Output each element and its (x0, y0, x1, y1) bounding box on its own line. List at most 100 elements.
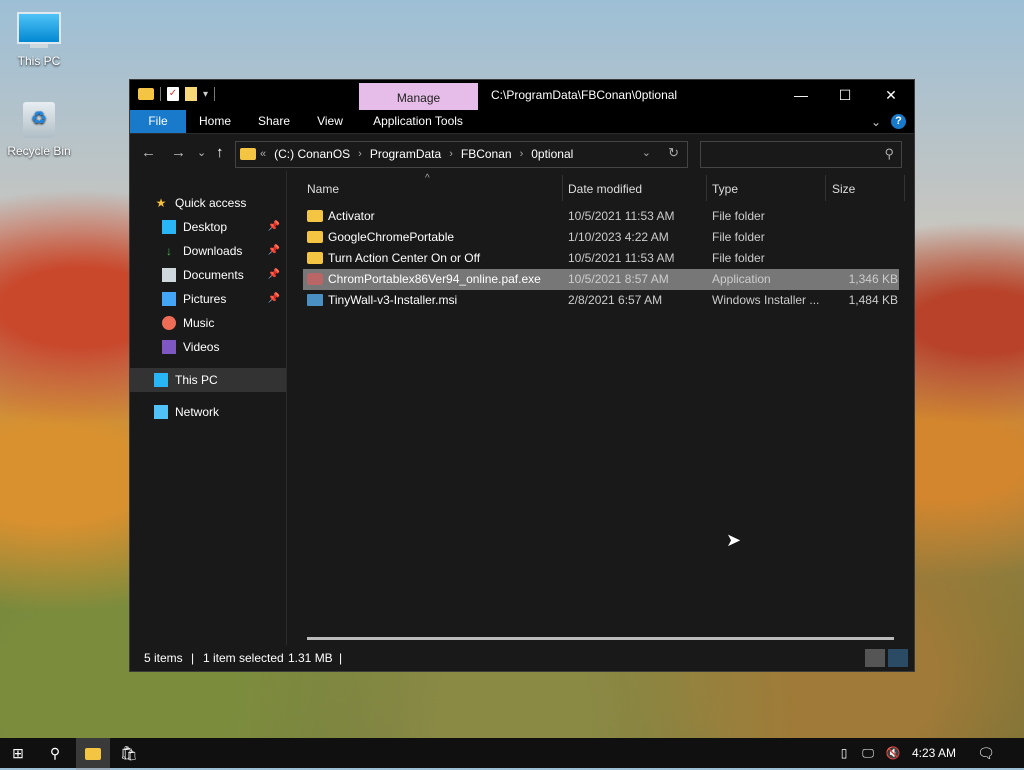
nav-quick-access[interactable]: ★ Quick access (130, 191, 286, 215)
minimize-button[interactable]: — (778, 80, 824, 110)
desktop-icon (162, 220, 176, 234)
search-icon[interactable]: ⚲ (38, 738, 72, 768)
breadcrumb-programdata[interactable]: ProgramData (370, 147, 441, 161)
start-button[interactable]: ⊞ (0, 738, 36, 768)
installer-icon (307, 294, 323, 306)
folder-icon (307, 252, 323, 264)
folder-icon (85, 748, 101, 761)
tab-share[interactable]: Share (253, 110, 295, 133)
nav-documents[interactable]: Documents 📌 (130, 263, 286, 287)
file-explorer-window: ✓ ▾ Manage C:\ProgramData\FBConan\0ption… (130, 80, 914, 671)
folder-icon (138, 88, 154, 100)
network-status-icon[interactable]: 🖵 (858, 738, 878, 768)
breadcrumb-drive[interactable]: (C:) ConanOS (274, 147, 350, 161)
column-name[interactable]: Name (307, 182, 339, 196)
chevron-right-icon[interactable]: › (358, 148, 362, 160)
back-arrow-icon[interactable]: ← (141, 144, 156, 161)
help-icon[interactable]: ? (891, 114, 906, 129)
file-row-chromportable-exe[interactable]: ChromPortablex86Ver94_online.paf.exe 10/… (303, 269, 899, 290)
computer-icon (154, 373, 168, 387)
file-row-tinywall-msi[interactable]: TinyWall-v3-Installer.msi 2/8/2021 6:57 … (303, 290, 899, 311)
up-arrow-icon[interactable]: ↑ (216, 144, 224, 161)
navigation-bar: ← → ⌄ ↑ « (C:) ConanOS › ProgramData › F… (130, 134, 914, 172)
properties-icon[interactable]: ✓ (167, 87, 179, 101)
status-bar: 5 items | 1 item selected 1.31 MB | (130, 645, 914, 671)
status-selection: 1 item selected (203, 651, 284, 665)
forward-arrow-icon[interactable]: → (171, 144, 186, 161)
overflow-icon[interactable]: « (260, 148, 266, 160)
status-item-count: 5 items (144, 651, 183, 665)
chevron-right-icon[interactable]: › (520, 148, 524, 160)
recent-locations-icon[interactable]: ⌄ (197, 146, 206, 159)
navigation-pane[interactable]: ★ Quick access Desktop 📌 ↓ Downloads 📌 D… (130, 171, 287, 645)
nav-desktop[interactable]: Desktop 📌 (130, 215, 286, 239)
recycle-bin-icon (23, 102, 55, 138)
file-row-turn-action-center[interactable]: Turn Action Center On or Off 10/5/2021 1… (303, 248, 899, 269)
pin-icon[interactable]: 📌 (268, 263, 280, 287)
desktop-icon-label: Recycle Bin (7, 144, 71, 158)
application-icon (307, 273, 323, 285)
maximize-button[interactable]: ☐ (822, 80, 868, 110)
network-icon (154, 405, 168, 419)
folder-icon (307, 210, 323, 222)
refresh-icon[interactable]: ↻ (668, 145, 679, 161)
notifications-icon[interactable]: 🗨 (972, 738, 1000, 768)
nav-pictures[interactable]: Pictures 📌 (130, 287, 286, 311)
pin-icon[interactable]: 📌 (268, 239, 280, 263)
ribbon-tabs: File Home Share View Application Tools ⌄… (130, 110, 914, 134)
new-folder-icon[interactable] (185, 87, 197, 101)
mouse-cursor-icon: ➤ (726, 530, 742, 550)
search-input[interactable]: ⚲ (700, 141, 902, 168)
clock[interactable]: 4:23 AM (912, 746, 956, 760)
file-explorer-taskbar-button[interactable] (76, 738, 110, 770)
store-icon[interactable]: 🛍 (112, 738, 146, 768)
pin-icon[interactable]: 📌 (268, 287, 280, 311)
quick-access-toolbar: ✓ ▾ (138, 87, 216, 101)
pin-icon[interactable]: 📌 (268, 215, 280, 239)
nav-videos[interactable]: Videos (130, 335, 286, 359)
details-view-icon[interactable] (865, 649, 885, 667)
close-button[interactable]: ✕ (868, 80, 914, 110)
folder-icon (307, 231, 323, 243)
nav-this-pc[interactable]: This PC (130, 368, 286, 392)
usb-icon[interactable]: ▯ (834, 738, 854, 768)
file-row-googlechromeportable[interactable]: GoogleChromePortable 1/10/2023 4:22 AM F… (303, 227, 899, 248)
column-size[interactable]: Size (832, 182, 855, 196)
horizontal-scrollbar[interactable] (307, 637, 894, 640)
tab-file[interactable]: File (130, 110, 186, 133)
chevron-right-icon[interactable]: › (449, 148, 453, 160)
window-title: C:\ProgramData\FBConan\0ptional (491, 88, 678, 102)
video-icon (162, 340, 176, 354)
column-type[interactable]: Type (712, 182, 738, 196)
document-icon (162, 268, 176, 282)
picture-icon (162, 292, 176, 306)
large-icons-view-icon[interactable] (888, 649, 908, 667)
desktop-icon-recycle-bin[interactable]: Recycle Bin (4, 92, 74, 158)
file-row-activator[interactable]: Activator 10/5/2021 11:53 AM File folder (303, 206, 899, 227)
taskbar: ⊞ ⚲ 🛍 ▯ 🖵 🔇 4:23 AM 🗨 (0, 738, 1024, 770)
nav-downloads[interactable]: ↓ Downloads 📌 (130, 239, 286, 263)
breadcrumb-fbconan[interactable]: FBConan (461, 147, 512, 161)
tab-view[interactable]: View (312, 110, 348, 133)
star-icon: ★ (155, 196, 167, 210)
column-date-modified[interactable]: Date modified (568, 182, 642, 196)
desktop-icon-this-pc[interactable]: This PC (4, 0, 74, 68)
customize-toolbar-icon[interactable]: ▾ (203, 89, 208, 100)
breadcrumb-optional[interactable]: 0ptional (531, 147, 573, 161)
monitor-icon (17, 12, 61, 44)
address-bar[interactable]: « (C:) ConanOS › ProgramData › FBConan ›… (235, 141, 688, 168)
volume-muted-icon[interactable]: 🔇 (882, 738, 904, 768)
tab-home[interactable]: Home (194, 110, 236, 133)
column-headers: ^ Name Date modified Type Size (287, 171, 914, 205)
title-bar[interactable]: ✓ ▾ Manage C:\ProgramData\FBConan\0ption… (130, 80, 914, 110)
music-icon (162, 316, 176, 330)
expand-ribbon-icon[interactable]: ⌄ (871, 115, 881, 129)
nav-music[interactable]: Music (130, 311, 286, 335)
content-area: ★ Quick access Desktop 📌 ↓ Downloads 📌 D… (130, 171, 914, 645)
tab-application-tools[interactable]: Application Tools (366, 110, 470, 133)
tab-manage[interactable]: Manage (359, 83, 478, 110)
file-list[interactable]: ^ Name Date modified Type Size Activator… (287, 171, 914, 645)
nav-network[interactable]: Network (130, 400, 286, 424)
chevron-down-icon[interactable]: ⌄ (642, 146, 651, 159)
status-size: 1.31 MB (288, 651, 333, 665)
